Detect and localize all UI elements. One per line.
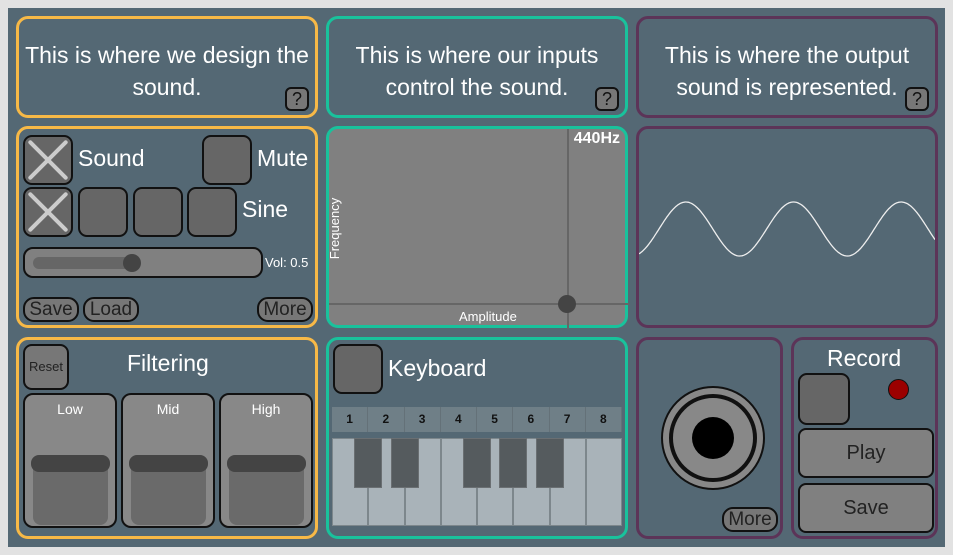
- waveform-option-3[interactable]: [133, 187, 183, 237]
- high-filter-slider[interactable]: High: [219, 393, 313, 528]
- volume-readout: Vol: 0.5: [265, 255, 309, 270]
- black-key[interactable]: [390, 438, 419, 488]
- design-description: This is where we design the sound.: [25, 42, 309, 100]
- volume-slider[interactable]: [23, 247, 263, 278]
- key-number-label: 3: [404, 407, 441, 432]
- output-info-panel: This is where the output sound is repres…: [636, 16, 938, 118]
- more-button[interactable]: More: [257, 297, 313, 322]
- black-key[interactable]: [463, 438, 491, 488]
- waveform-sine-button[interactable]: [23, 187, 73, 237]
- white-key[interactable]: [585, 438, 622, 526]
- help-button[interactable]: ?: [905, 87, 929, 111]
- joystick-knob[interactable]: [692, 417, 734, 459]
- key-number-label: 8: [585, 407, 622, 432]
- fader-handle[interactable]: [227, 455, 306, 472]
- record-title: Record: [827, 345, 902, 371]
- save-recording-button[interactable]: Save: [798, 483, 934, 533]
- key-number-label: 4: [440, 407, 477, 432]
- keyboard-panel: Keyboard 12345678: [326, 337, 628, 539]
- key-number-label: 7: [549, 407, 586, 432]
- design-info-panel: This is where we design the sound. ?: [16, 16, 318, 118]
- keyboard-toggle-checkbox[interactable]: [333, 344, 383, 394]
- volume-fill: [33, 257, 135, 269]
- record-indicator-icon: [888, 379, 909, 400]
- help-button[interactable]: ?: [285, 87, 309, 111]
- help-button[interactable]: ?: [595, 87, 619, 111]
- mute-checkbox[interactable]: [202, 135, 252, 185]
- inputs-info-panel: This is where our inputs control the sou…: [326, 16, 628, 118]
- oscilloscope-panel: [636, 126, 938, 328]
- play-button[interactable]: Play: [798, 428, 934, 478]
- more-button[interactable]: More: [722, 507, 778, 532]
- amplitude-crosshair: [329, 303, 629, 305]
- filter-title: Filtering: [127, 350, 209, 376]
- waveform-option-4[interactable]: [187, 187, 237, 237]
- y-axis-label: Frequency: [327, 197, 343, 260]
- mute-label: Mute: [257, 145, 309, 171]
- reset-button[interactable]: Reset: [23, 344, 69, 390]
- save-button[interactable]: Save: [23, 297, 79, 322]
- x-axis-label: Amplitude: [459, 309, 517, 324]
- frequency-readout: 440Hz: [573, 130, 620, 147]
- low-filter-slider[interactable]: Low: [23, 393, 117, 528]
- xy-pad[interactable]: 440Hz Amplitude Frequency: [326, 126, 629, 329]
- band-label: Low: [57, 401, 83, 417]
- sound-label: Sound: [78, 145, 145, 171]
- filter-panel: Reset Filtering Low Mid High: [16, 337, 318, 539]
- joystick[interactable]: [661, 386, 765, 490]
- xy-handle[interactable]: [558, 295, 576, 313]
- key-number-label: 2: [368, 407, 405, 432]
- inputs-description: This is where our inputs control the sou…: [355, 42, 599, 100]
- mid-filter-slider[interactable]: Mid: [121, 393, 215, 528]
- output-description: This is where the output sound is repres…: [664, 42, 910, 100]
- load-button[interactable]: Load: [83, 297, 139, 322]
- piano-keyboard: 12345678: [332, 407, 622, 527]
- fader-handle[interactable]: [129, 455, 208, 472]
- record-panel: Record Play Save: [791, 337, 938, 539]
- key-number-label: 1: [332, 407, 369, 432]
- record-button[interactable]: [798, 373, 850, 425]
- black-key[interactable]: [354, 438, 383, 488]
- band-label: High: [251, 401, 281, 417]
- joystick-panel: More: [636, 337, 783, 539]
- fader-handle[interactable]: [31, 455, 110, 472]
- waveform-option-2[interactable]: [78, 187, 128, 237]
- sound-panel: Sound Mute Sine Vol: 0.5 Save Load More: [16, 126, 318, 328]
- waveform-label: Sine: [242, 196, 289, 222]
- volume-handle[interactable]: [123, 254, 141, 272]
- keyboard-title: Keyboard: [388, 355, 487, 381]
- band-label: Mid: [156, 401, 180, 417]
- black-key[interactable]: [499, 438, 528, 488]
- key-number-label: 6: [513, 407, 550, 432]
- key-number-label: 5: [477, 407, 514, 432]
- black-key[interactable]: [535, 438, 564, 488]
- sound-toggle-checkbox[interactable]: [23, 135, 73, 185]
- waveform-display: [638, 201, 936, 257]
